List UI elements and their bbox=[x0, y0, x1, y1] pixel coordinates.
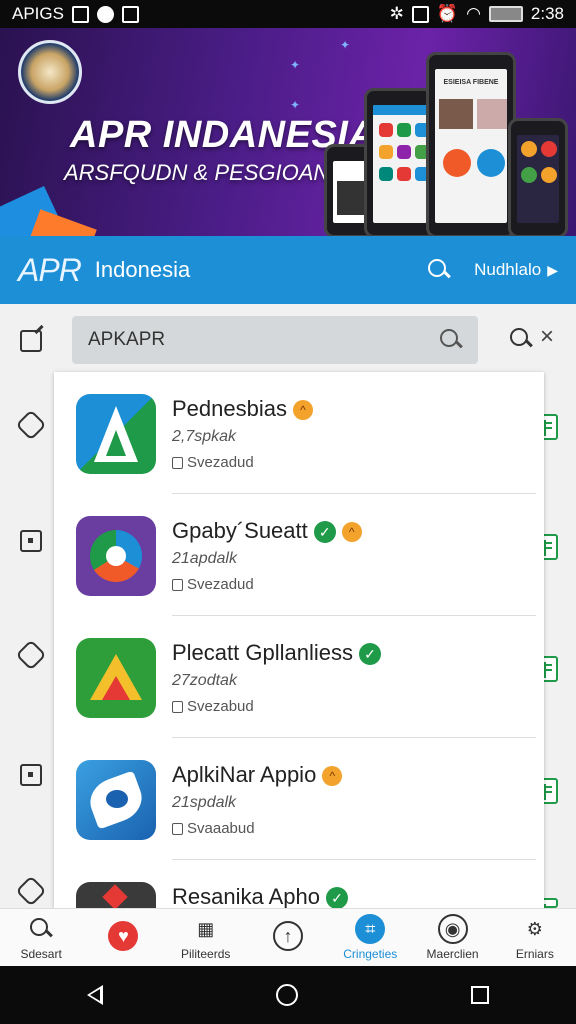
carrier-label: APIGS bbox=[12, 4, 64, 23]
gear-icon: ⚙ bbox=[526, 918, 543, 939]
menu-dropdown[interactable]: Nudhlalo bbox=[474, 260, 541, 280]
nav-label: Cringeties bbox=[343, 947, 398, 961]
verified-icon: ✓ bbox=[313, 521, 336, 544]
select-icon[interactable] bbox=[20, 530, 42, 552]
nav-label: Piliteerds bbox=[181, 947, 231, 961]
app-status: Svezabud bbox=[187, 698, 254, 715]
app-name: AplkiNar Appio bbox=[172, 762, 317, 787]
gallery-icon bbox=[71, 5, 89, 23]
app-icon bbox=[76, 760, 156, 840]
search-icon[interactable] bbox=[440, 329, 462, 351]
heart-icon: ♥ bbox=[108, 921, 139, 951]
phone-illustration: ESIEISA FIBENE bbox=[426, 52, 516, 236]
phone-card-title: ESIEISA FIBENE bbox=[443, 79, 499, 86]
banner-subtitle: ARSFQUDN & PESGIOAN bbox=[64, 160, 330, 185]
clock: 2:38 bbox=[530, 4, 564, 23]
status-bar: APIGS ✲ ⏰ ◠ 2:38 bbox=[0, 0, 576, 28]
app-name: Gpaby´Sueatt bbox=[172, 518, 308, 543]
list-item[interactable]: AplkiNar Appio ^ 21spdalk Svaaabud bbox=[54, 738, 544, 860]
verified-icon: ✓ bbox=[358, 643, 381, 666]
app-status: Svezadud bbox=[187, 454, 254, 471]
checkbox-icon[interactable] bbox=[172, 822, 183, 835]
nav-label: Maerclien bbox=[426, 947, 479, 961]
record-icon bbox=[96, 5, 114, 23]
app-name: Pednesbias bbox=[172, 396, 287, 421]
app-title: Indonesia bbox=[94, 257, 191, 282]
recents-icon[interactable] bbox=[471, 986, 490, 1004]
app-icon bbox=[76, 516, 156, 596]
nav-explore[interactable]: ↑ bbox=[247, 909, 329, 966]
app-name: Resanika Apho bbox=[172, 884, 320, 908]
app-icon bbox=[76, 638, 156, 718]
back-icon[interactable] bbox=[86, 985, 103, 1005]
category-icon: ⌗ bbox=[355, 914, 386, 944]
compass-icon: ↑ bbox=[272, 921, 303, 951]
search-icon[interactable] bbox=[426, 257, 452, 283]
chevron-right-icon[interactable]: ▶ bbox=[547, 262, 558, 279]
logo-emblem-icon bbox=[18, 40, 82, 104]
checkbox-icon[interactable] bbox=[172, 456, 183, 469]
select-icon[interactable] bbox=[20, 764, 42, 786]
trending-icon: ^ bbox=[292, 400, 313, 421]
link-icon[interactable] bbox=[15, 875, 47, 907]
verified-icon: ✓ bbox=[326, 887, 348, 908]
app-list: Pednesbias ^ 2,7spkak Svezadud Gpaby´Suea… bbox=[54, 372, 544, 908]
promo-banner[interactable]: ✦ ✦ ✦ APR INDANESIA ARSFQUDN & PESGIOAN … bbox=[0, 28, 576, 236]
home-icon[interactable] bbox=[275, 984, 298, 1006]
box-icon: ▦ bbox=[197, 918, 215, 939]
list-item[interactable]: Pednesbias ^ 2,7spkak Svezadud bbox=[54, 372, 544, 494]
alarm-icon: ⏰ bbox=[436, 4, 459, 23]
battery-icon bbox=[488, 6, 523, 22]
nav-categories[interactable]: ⌗ Cringeties bbox=[329, 909, 411, 966]
nav-label: Sdesart bbox=[20, 947, 62, 961]
checkbox-icon[interactable] bbox=[172, 578, 183, 591]
sparkle-icon: ✦ bbox=[340, 38, 351, 52]
app-status: Svezadud bbox=[187, 576, 254, 593]
settings-icon: ✲ bbox=[389, 4, 404, 23]
checkbox-icon[interactable] bbox=[172, 700, 183, 713]
search-icon bbox=[26, 914, 56, 944]
wifi-icon: ◠ bbox=[466, 4, 481, 23]
app-bar: APR Indonesia Nudhlalo ▶ bbox=[0, 236, 576, 304]
system-nav-bar bbox=[0, 966, 576, 1024]
sparkle-icon: ✦ bbox=[290, 98, 301, 112]
nav-profile[interactable]: ◉ Maerclien bbox=[411, 909, 493, 966]
app-size: 21apdalk bbox=[172, 550, 237, 567]
mute-icon bbox=[411, 5, 429, 23]
search-icon[interactable] bbox=[510, 328, 532, 350]
brand-logo[interactable]: APR bbox=[18, 252, 82, 289]
app-icon bbox=[76, 394, 156, 474]
trending-icon: ^ bbox=[322, 766, 343, 787]
list-item[interactable]: Resanika Apho ✓ bbox=[54, 860, 544, 908]
app-status: Svaaabud bbox=[187, 820, 255, 837]
app-name: Plecatt Gpllanliess bbox=[172, 640, 353, 665]
app-icon bbox=[76, 882, 156, 908]
sparkle-icon: ✦ bbox=[290, 58, 301, 72]
nav-label: Erniars bbox=[515, 947, 554, 961]
search-row bbox=[0, 304, 576, 374]
search-box[interactable] bbox=[72, 316, 478, 364]
list-item[interactable]: Plecatt Gpllanliess ✓ 27zodtak Svezabud bbox=[54, 616, 544, 738]
app-size: 21spdalk bbox=[172, 794, 237, 811]
user-icon: ◉ bbox=[437, 914, 468, 944]
app-size: 27zodtak bbox=[172, 672, 237, 689]
app-size: 2,7spkak bbox=[172, 428, 237, 445]
nav-settings[interactable]: ⚙ Erniars bbox=[494, 909, 576, 966]
link-icon[interactable] bbox=[15, 639, 47, 671]
trending-icon: ^ bbox=[341, 522, 362, 543]
list-item[interactable]: Gpaby´Sueatt ✓ ^ 21apdalk Svezadud bbox=[54, 494, 544, 616]
edit-icon[interactable] bbox=[20, 330, 42, 352]
screenshot-icon bbox=[121, 5, 139, 23]
nav-search[interactable]: Sdesart bbox=[0, 909, 82, 966]
search-input[interactable] bbox=[88, 329, 440, 351]
link-icon[interactable] bbox=[15, 409, 47, 441]
bottom-nav: Sdesart ♥ ▦ Piliteerds ↑ ⌗ Cringeties ◉ … bbox=[0, 908, 576, 966]
nav-apps[interactable]: ▦ Piliteerds bbox=[165, 909, 247, 966]
nav-favorites[interactable]: ♥ bbox=[82, 909, 164, 966]
phone-illustration bbox=[508, 118, 568, 236]
close-icon[interactable]: × bbox=[540, 325, 554, 349]
